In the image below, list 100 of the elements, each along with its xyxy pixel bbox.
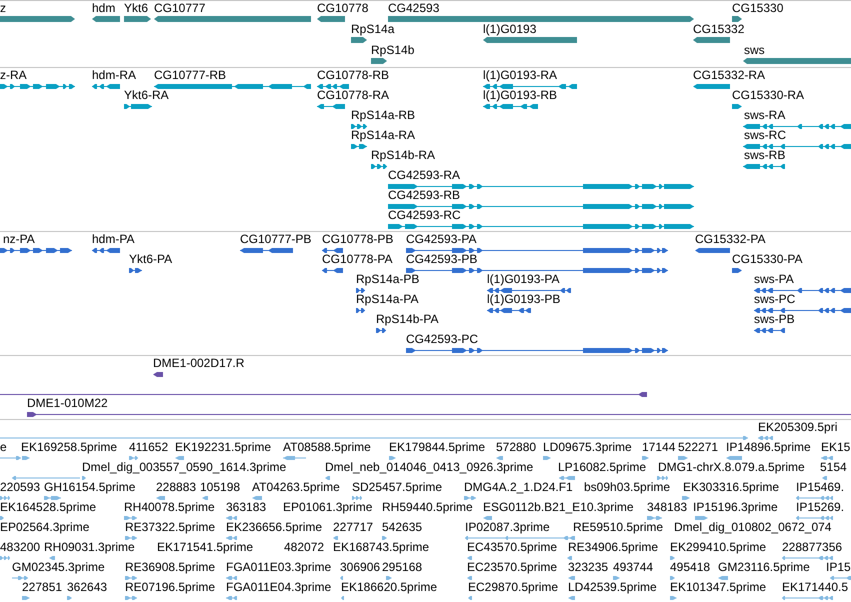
est-feature[interactable] — [483, 516, 492, 520]
est-feature[interactable] — [543, 456, 551, 460]
est-feature[interactable] — [325, 476, 330, 480]
est-feature[interactable] — [559, 476, 575, 480]
clone-feature[interactable] — [153, 372, 163, 376]
est-feature[interactable] — [252, 496, 262, 500]
transcript-feature[interactable] — [317, 104, 345, 108]
protein-feature[interactable] — [487, 308, 531, 312]
est-feature[interactable] — [333, 536, 338, 540]
gene-feature[interactable] — [732, 16, 742, 22]
est-feature[interactable] — [283, 456, 306, 460]
clone-feature[interactable] — [0, 392, 647, 396]
gene-feature[interactable] — [693, 37, 730, 43]
protein-feature[interactable] — [356, 288, 365, 292]
est-feature[interactable] — [226, 576, 237, 580]
est-feature[interactable] — [567, 556, 572, 560]
protein-feature[interactable] — [322, 248, 343, 252]
transcript-feature[interactable] — [317, 84, 349, 88]
est-feature[interactable] — [202, 496, 208, 500]
est-feature[interactable] — [0, 456, 21, 460]
protein-feature[interactable] — [322, 268, 343, 272]
transcript-feature[interactable] — [154, 84, 311, 88]
transcript-feature[interactable] — [743, 144, 851, 148]
protein-feature[interactable] — [0, 248, 72, 252]
gene-feature[interactable] — [124, 16, 151, 22]
est-feature[interactable] — [796, 516, 833, 520]
est-feature[interactable] — [782, 596, 833, 600]
est-feature[interactable] — [125, 536, 137, 540]
transcript-feature[interactable] — [92, 84, 120, 88]
transcript-feature[interactable] — [388, 204, 694, 208]
gene-feature[interactable] — [317, 16, 345, 22]
protein-feature[interactable] — [406, 248, 668, 252]
est-feature[interactable] — [22, 456, 30, 460]
est-feature[interactable] — [678, 456, 688, 460]
est-feature[interactable] — [386, 576, 392, 580]
est-feature[interactable] — [22, 596, 30, 600]
est-feature[interactable] — [389, 456, 396, 460]
est-feature[interactable] — [226, 536, 237, 540]
est-feature[interactable] — [12, 576, 28, 580]
protein-feature[interactable] — [92, 248, 120, 252]
est-feature[interactable] — [670, 576, 675, 580]
est-feature[interactable] — [124, 516, 137, 520]
transcript-feature[interactable] — [483, 104, 538, 108]
est-feature[interactable] — [352, 496, 362, 500]
gene-feature[interactable] — [483, 37, 577, 43]
est-feature[interactable] — [782, 556, 833, 560]
transcript-feature[interactable] — [351, 144, 367, 148]
est-feature[interactable] — [0, 516, 4, 520]
est-feature[interactable] — [647, 516, 662, 520]
protein-feature[interactable] — [240, 248, 293, 252]
est-feature[interactable] — [642, 456, 649, 460]
protein-feature[interactable] — [732, 268, 742, 272]
est-feature[interactable] — [718, 576, 728, 580]
est-feature[interactable] — [226, 516, 237, 520]
est-feature[interactable] — [670, 596, 677, 600]
protein-feature[interactable] — [356, 308, 365, 312]
protein-feature[interactable] — [376, 328, 386, 332]
gene-feature[interactable] — [371, 58, 387, 64]
est-feature[interactable] — [340, 576, 343, 580]
est-feature[interactable] — [496, 456, 503, 460]
transcript-feature[interactable] — [388, 184, 694, 188]
protein-feature[interactable] — [754, 308, 851, 312]
protein-feature[interactable] — [695, 248, 730, 252]
transcript-feature[interactable] — [351, 124, 367, 128]
protein-feature[interactable] — [406, 268, 668, 272]
transcript-feature[interactable] — [124, 104, 152, 108]
est-feature[interactable] — [382, 536, 387, 540]
est-feature[interactable] — [156, 496, 165, 500]
est-feature[interactable] — [568, 596, 575, 600]
transcript-feature[interactable] — [388, 224, 694, 228]
est-feature[interactable] — [125, 596, 137, 600]
est-feature[interactable] — [129, 456, 138, 460]
transcript-feature[interactable] — [693, 84, 730, 88]
est-feature[interactable] — [125, 576, 137, 580]
protein-feature[interactable] — [754, 328, 785, 332]
est-feature[interactable] — [467, 576, 472, 580]
est-feature[interactable] — [12, 476, 80, 480]
est-feature[interactable] — [67, 596, 72, 600]
gene-feature[interactable] — [351, 37, 367, 43]
est-feature[interactable] — [657, 476, 668, 480]
protein-feature[interactable] — [754, 288, 851, 292]
est-feature[interactable] — [464, 496, 476, 500]
est-feature[interactable] — [226, 596, 237, 600]
transcript-feature[interactable] — [483, 84, 577, 88]
est-feature[interactable] — [796, 496, 833, 500]
est-feature[interactable] — [465, 536, 575, 540]
gene-feature[interactable] — [92, 16, 120, 22]
est-feature[interactable] — [44, 496, 61, 500]
est-feature[interactable] — [175, 456, 184, 460]
clone-feature[interactable] — [27, 412, 851, 416]
protein-feature[interactable] — [487, 288, 571, 292]
est-feature[interactable] — [49, 556, 55, 560]
est-feature[interactable] — [82, 476, 86, 480]
est-feature[interactable] — [467, 556, 472, 560]
protein-feature[interactable] — [406, 348, 668, 352]
transcript-feature[interactable] — [743, 124, 851, 128]
transcript-feature[interactable] — [371, 164, 387, 168]
est-feature[interactable] — [468, 596, 472, 600]
gene-feature[interactable] — [0, 16, 75, 22]
est-feature[interactable] — [821, 456, 833, 460]
